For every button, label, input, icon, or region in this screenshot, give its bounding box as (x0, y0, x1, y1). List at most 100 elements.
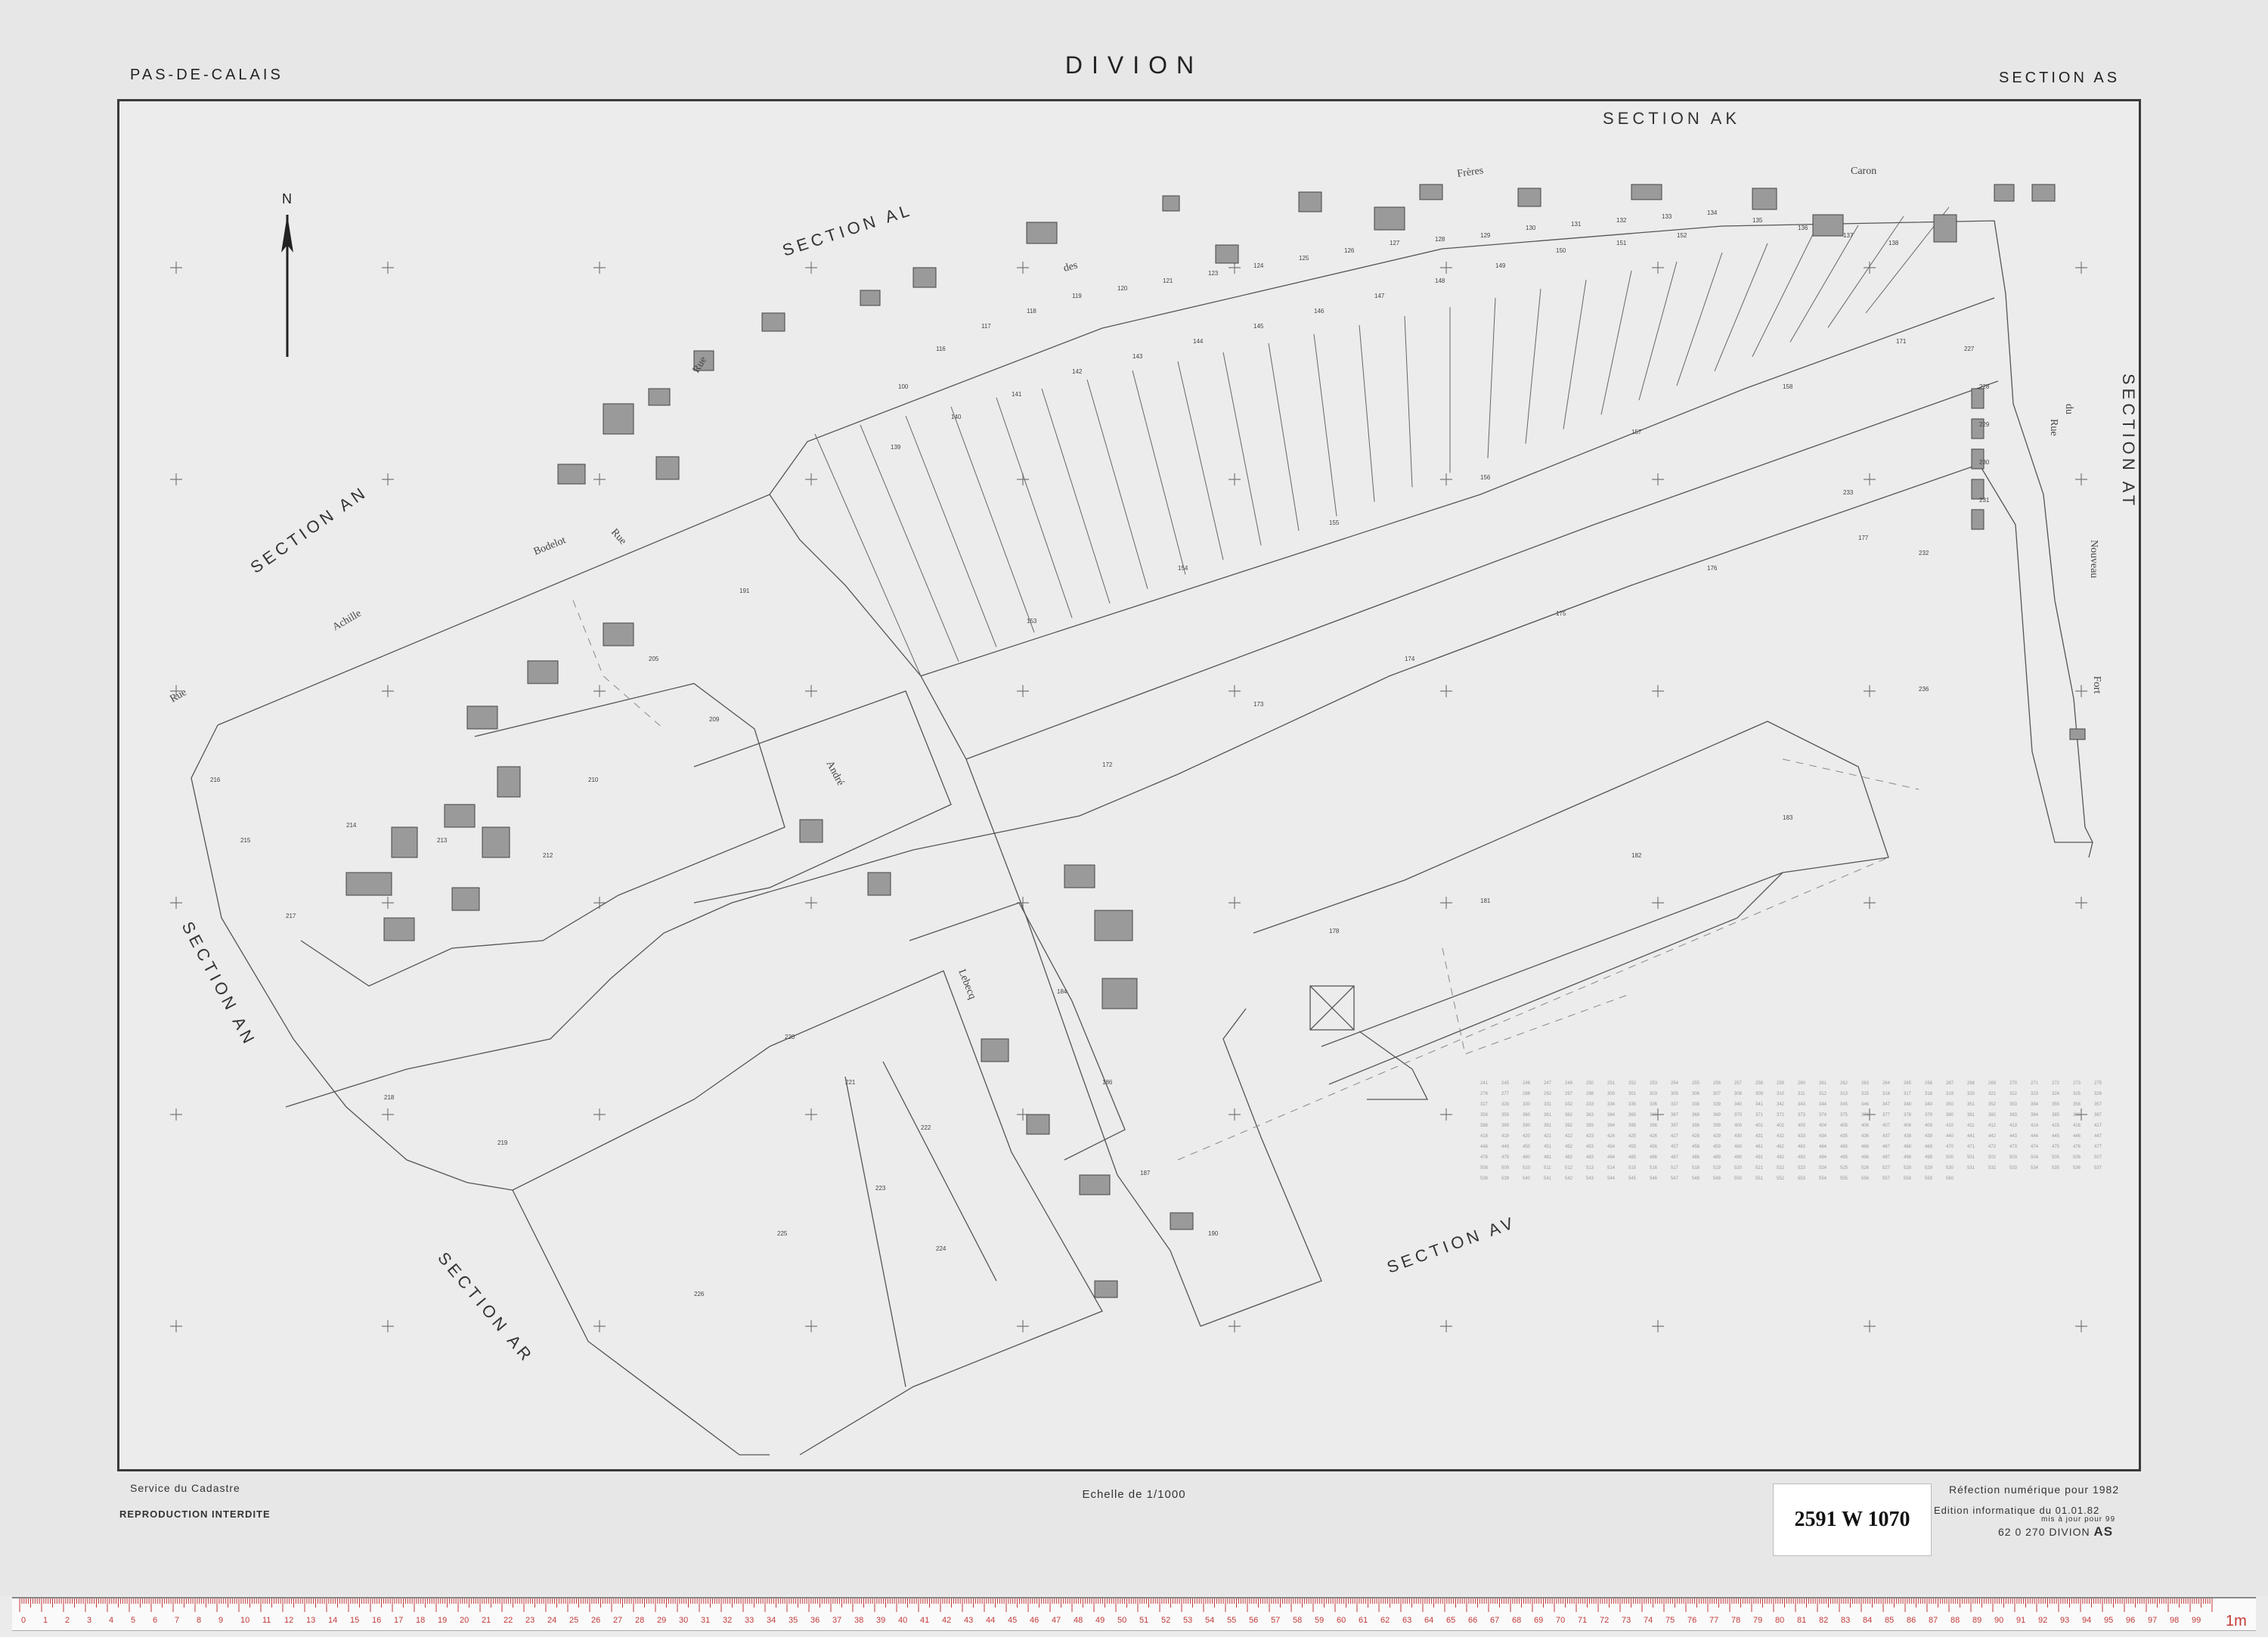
street-word-rue-3: Rue (609, 527, 628, 547)
parcel-number: 485 (1628, 1155, 1637, 1160)
neighbor-section-ak: SECTION AK (1603, 109, 1740, 128)
grid-cross (1228, 473, 1241, 485)
street-word-caron: Caron (1851, 166, 1876, 177)
parcel-number: 174 (1405, 656, 1415, 662)
parcel-boundary (1487, 297, 1496, 459)
parcel-number: 454 (1607, 1145, 1616, 1149)
grid-cross (382, 897, 394, 909)
parcel-number: 178 (1329, 928, 1340, 935)
ruler-number: 92 (2038, 1616, 2047, 1625)
parcel-number: 482 (1565, 1155, 1573, 1160)
parcel-boundary (814, 433, 922, 677)
grid-cross (593, 685, 606, 697)
parcel-number: 521 (1755, 1166, 1764, 1170)
ruler-number: 47 (1052, 1616, 1061, 1625)
parcel-number: 475 (2052, 1145, 2060, 1149)
building (466, 705, 498, 730)
neighbor-section-av: SECTION AV (1384, 1213, 1519, 1277)
ruler-number: 69 (1534, 1616, 1543, 1625)
ruler-number: 49 (1095, 1616, 1105, 1625)
parcel-number: 173 (1253, 701, 1264, 708)
parcel-number: 120 (1117, 285, 1128, 292)
parcel-number: 339 (1713, 1102, 1721, 1107)
parcel-number: 466 (1861, 1145, 1870, 1149)
parcel-number: 117 (981, 323, 991, 330)
parcel-number: 415 (2052, 1124, 2060, 1128)
ruler-number: 5 (131, 1616, 135, 1625)
building (1752, 188, 1777, 210)
parcel-number: 548 (1692, 1177, 1700, 1181)
ruler-number: 43 (964, 1616, 973, 1625)
parcel-number: 155 (1329, 519, 1340, 526)
parcel-number: 245 (1501, 1081, 1510, 1086)
ruler-number: 97 (2148, 1616, 2157, 1625)
parcel-number: 361 (1544, 1113, 1552, 1118)
parcel-number: 392 (1565, 1124, 1573, 1128)
parcel-number: 518 (1692, 1166, 1700, 1170)
parcel-number: 116 (936, 346, 946, 352)
parcel-number: 452 (1565, 1145, 1573, 1149)
building (860, 290, 881, 306)
parcel-number: 184 (1057, 988, 1067, 995)
parcel-number: 412 (1988, 1124, 1997, 1128)
parcel-number: 379 (1925, 1113, 1933, 1118)
parcel-number: 389 (1501, 1124, 1510, 1128)
building (655, 456, 680, 480)
parcel-number: 516 (1650, 1166, 1658, 1170)
parcel-number: 261 (1819, 1081, 1827, 1086)
ruler-number: 1 (43, 1616, 48, 1625)
building (1994, 184, 2015, 202)
ruler-number: 44 (986, 1616, 995, 1625)
parcel-number: 331 (1544, 1102, 1552, 1107)
parcel-number: 372 (1777, 1113, 1785, 1118)
ruler-number: 64 (1424, 1616, 1433, 1625)
ruler-number: 87 (1929, 1616, 1938, 1625)
grid-cross (2075, 262, 2087, 274)
parcel-number: 213 (437, 837, 448, 844)
parcel-number: 327 (1480, 1102, 1489, 1107)
parcel-boundary (1041, 388, 1111, 604)
parcel-boundary (860, 424, 959, 662)
ruler-number: 90 (1994, 1616, 2003, 1625)
grid-cross (2075, 1320, 2087, 1332)
parcel-number: 456 (1650, 1145, 1658, 1149)
parcel-number: 545 (1628, 1177, 1637, 1181)
parcel-number: 435 (1840, 1134, 1848, 1139)
parcel-number: 354 (2031, 1102, 2039, 1107)
parcel-number: 400 (1734, 1124, 1743, 1128)
parcel-number: 319 (1946, 1092, 1954, 1096)
parcel-number: 257 (1734, 1081, 1743, 1086)
parcel-number: 552 (1777, 1177, 1785, 1181)
building (981, 1038, 1009, 1062)
grid-cross (382, 1108, 394, 1121)
ruler-number: 68 (1512, 1616, 1521, 1625)
street-word-bodelot: Bodelot (532, 535, 568, 558)
parcel-number: 438 (1904, 1134, 1912, 1139)
parcel-number: 292 (1544, 1092, 1552, 1096)
parcel-number: 298 (1586, 1092, 1594, 1096)
building (497, 766, 521, 798)
street-word-fort: Fort (2091, 676, 2102, 693)
parcel-number: 560 (1946, 1177, 1954, 1181)
grid-cross (170, 897, 182, 909)
parcel-number: 463 (1798, 1145, 1806, 1149)
parcel-boundary (950, 406, 1035, 633)
parcel-number: 375 (1840, 1113, 1848, 1118)
parcel-number: 297 (1565, 1092, 1573, 1096)
parcel-number: 503 (2009, 1155, 2018, 1160)
ruler-number: 71 (1578, 1616, 1587, 1625)
parcel-number: 139 (891, 444, 901, 451)
parcel-number: 480 (1523, 1155, 1531, 1160)
grid-cross (1017, 685, 1029, 697)
parcel-number: 260 (1798, 1081, 1806, 1086)
grid-cross (170, 1108, 182, 1121)
ruler-number: 23 (525, 1616, 534, 1625)
parcel-number: 374 (1819, 1113, 1827, 1118)
parcel-number: 143 (1132, 353, 1143, 360)
ruler-number: 28 (635, 1616, 644, 1625)
parcel-number: 133 (1662, 213, 1672, 220)
archive-stamp: 2591 W 1070 (1773, 1484, 1932, 1556)
parcel-number: 350 (1946, 1102, 1954, 1107)
ruler-number: 70 (1556, 1616, 1565, 1625)
ruler-number: 20 (460, 1616, 469, 1625)
